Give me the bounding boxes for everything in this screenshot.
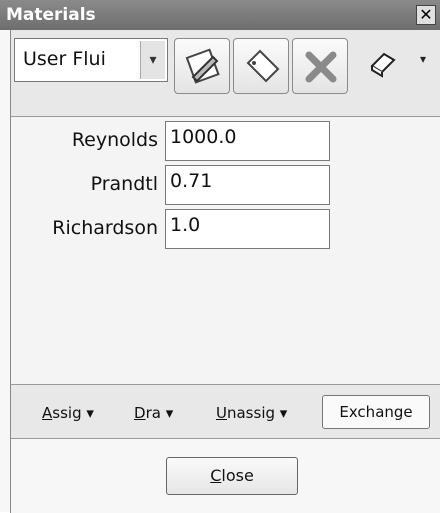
assign-menu-button[interactable]: Assig ▾ (42, 404, 94, 422)
window-title: Materials (6, 5, 96, 25)
exchange-button[interactable]: Exchange (322, 395, 430, 429)
drag-arrow-icon: ▾ (165, 404, 174, 422)
materials-window: Materials ✕ User Flui ▾ ▾ Reynolds 1000.… (0, 0, 440, 513)
richardson-field[interactable]: 1.0 (165, 209, 330, 249)
unassign-label: nassig (226, 404, 276, 422)
assign-accel: A (42, 404, 53, 422)
delete-button[interactable] (292, 38, 348, 94)
prandtl-field[interactable]: 0.71 (165, 165, 330, 205)
close-icon[interactable]: ✕ (416, 5, 436, 25)
close-button[interactable]: Close (166, 457, 298, 495)
richardson-label: Richardson (52, 217, 158, 239)
material-select[interactable]: User Flui ▾ (14, 38, 168, 82)
unassign-arrow-icon: ▾ (279, 404, 288, 422)
close-accel: C (210, 466, 222, 485)
delete-icon (305, 51, 337, 83)
unassign-menu-button[interactable]: Unassig ▾ (216, 404, 287, 422)
eraser-icon (370, 52, 396, 78)
edit-material-button[interactable] (174, 38, 230, 94)
new-material-icon (246, 49, 280, 83)
assign-arrow-icon: ▾ (86, 404, 94, 422)
drag-menu-button[interactable]: Dra ▾ (134, 404, 173, 422)
toolbar-menu-arrow-icon[interactable]: ▾ (420, 52, 426, 66)
assign-label: ssig (52, 404, 82, 422)
drag-accel: D (134, 404, 146, 422)
chevron-down-icon[interactable]: ▾ (140, 41, 165, 79)
new-material-button[interactable] (233, 38, 289, 94)
title-bar[interactable]: Materials ✕ (0, 0, 440, 30)
drag-label: ra (145, 404, 161, 422)
eraser-button[interactable] (368, 48, 398, 82)
unassign-accel: U (216, 404, 227, 422)
material-select-value: User Flui (23, 48, 106, 70)
prandtl-label: Prandtl (90, 173, 158, 195)
reynolds-field[interactable]: 1000.0 (165, 121, 330, 161)
edit-material-icon (185, 48, 220, 84)
reynolds-label: Reynolds (71, 129, 158, 151)
close-label: lose (221, 466, 254, 485)
